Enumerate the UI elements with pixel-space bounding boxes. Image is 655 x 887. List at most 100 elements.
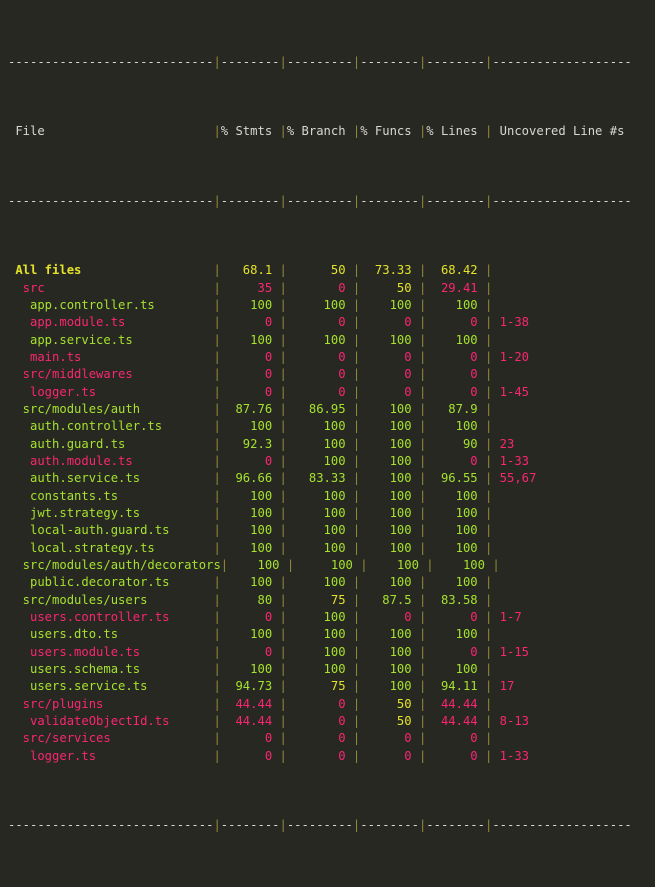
cell-branch[interactable]: 0 — [287, 367, 353, 381]
cell-uncovered-lines[interactable] — [492, 697, 631, 711]
cell-funcs[interactable]: 100 — [360, 437, 419, 451]
cell-branch[interactable]: 0 — [287, 385, 353, 399]
table-row[interactable]: src/modules/auth | 87.76 | 86.95 | 100 |… — [8, 401, 655, 418]
cell-branch[interactable]: 100 — [287, 333, 353, 347]
cell-lines[interactable]: 100 — [426, 298, 485, 312]
table-row[interactable]: logger.ts | 0 | 0 | 0 | 0 | 1-45 — [8, 384, 655, 401]
column-header-funcs[interactable]: % Funcs — [360, 124, 419, 138]
cell-branch[interactable]: 100 — [287, 541, 353, 555]
cell-stmts[interactable]: 96.66 — [221, 471, 280, 485]
cell-file[interactable]: users.service.ts — [8, 679, 213, 693]
cell-uncovered-lines[interactable] — [492, 731, 631, 745]
cell-lines[interactable]: 0 — [426, 454, 485, 468]
cell-stmts[interactable]: 100 — [221, 298, 280, 312]
cell-branch[interactable]: 100 — [287, 419, 353, 433]
cell-lines[interactable]: 87.9 — [426, 402, 485, 416]
cell-file[interactable]: users.dto.ts — [8, 627, 213, 641]
column-header-uncovered[interactable]: Uncovered Line #s — [492, 124, 631, 138]
cell-lines[interactable]: 0 — [426, 749, 485, 763]
cell-stmts[interactable]: 0 — [221, 350, 280, 364]
table-row[interactable]: auth.controller.ts | 100 | 100 | 100 | 1… — [8, 418, 655, 435]
cell-branch[interactable]: 100 — [287, 645, 353, 659]
cell-lines[interactable]: 100 — [426, 333, 485, 347]
cell-branch[interactable]: 0 — [287, 697, 353, 711]
cell-stmts[interactable]: 100 — [228, 558, 287, 572]
cell-branch[interactable]: 0 — [287, 714, 353, 728]
cell-branch[interactable]: 50 — [287, 263, 353, 277]
cell-file[interactable]: src/plugins — [8, 697, 213, 711]
cell-lines[interactable]: 94.11 — [426, 679, 485, 693]
cell-uncovered-lines[interactable]: 17 — [492, 679, 631, 693]
cell-uncovered-lines[interactable]: 1-33 — [492, 454, 631, 468]
cell-branch[interactable]: 100 — [287, 489, 353, 503]
cell-stmts[interactable]: 35 — [221, 281, 280, 295]
cell-funcs[interactable]: 0 — [360, 731, 419, 745]
cell-stmts[interactable]: 100 — [221, 662, 280, 676]
table-row[interactable]: src/services | 0 | 0 | 0 | 0 | — [8, 730, 655, 747]
cell-funcs[interactable]: 0 — [360, 315, 419, 329]
cell-stmts[interactable]: 100 — [221, 333, 280, 347]
cell-funcs[interactable]: 100 — [360, 454, 419, 468]
cell-lines[interactable]: 0 — [426, 350, 485, 364]
cell-funcs[interactable]: 100 — [360, 506, 419, 520]
cell-funcs[interactable]: 0 — [360, 610, 419, 624]
cell-uncovered-lines[interactable] — [500, 558, 639, 572]
cell-stmts[interactable]: 0 — [221, 610, 280, 624]
cell-funcs[interactable]: 100 — [360, 645, 419, 659]
cell-funcs[interactable]: 100 — [360, 575, 419, 589]
cell-file[interactable]: users.controller.ts — [8, 610, 213, 624]
column-header-branch[interactable]: % Branch — [287, 124, 353, 138]
cell-uncovered-lines[interactable]: 1-15 — [492, 645, 631, 659]
table-row[interactable]: validateObjectId.ts | 44.44 | 0 | 50 | 4… — [8, 713, 655, 730]
table-row[interactable]: All files | 68.1 | 50 | 73.33 | 68.42 | — [8, 262, 655, 279]
cell-funcs[interactable]: 100 — [360, 679, 419, 693]
cell-uncovered-lines[interactable]: 1-7 — [492, 610, 631, 624]
cell-file[interactable]: logger.ts — [8, 385, 213, 399]
column-header-stmts[interactable]: % Stmts — [221, 124, 280, 138]
cell-branch[interactable]: 75 — [287, 593, 353, 607]
cell-file[interactable]: local-auth.guard.ts — [8, 523, 213, 537]
cell-lines[interactable]: 100 — [426, 506, 485, 520]
table-row[interactable]: constants.ts | 100 | 100 | 100 | 100 | — [8, 488, 655, 505]
cell-funcs[interactable]: 87.5 — [360, 593, 419, 607]
cell-uncovered-lines[interactable]: 55,67 — [492, 471, 631, 485]
table-row[interactable]: local.strategy.ts | 100 | 100 | 100 | 10… — [8, 540, 655, 557]
cell-stmts[interactable]: 44.44 — [221, 714, 280, 728]
cell-uncovered-lines[interactable] — [492, 489, 631, 503]
cell-uncovered-lines[interactable] — [492, 263, 631, 277]
table-row[interactable]: src/middlewares | 0 | 0 | 0 | 0 | — [8, 366, 655, 383]
table-row[interactable]: app.controller.ts | 100 | 100 | 100 | 10… — [8, 297, 655, 314]
cell-funcs[interactable]: 100 — [360, 402, 419, 416]
cell-file[interactable]: All files — [8, 263, 213, 277]
table-row[interactable]: users.controller.ts | 0 | 100 | 0 | 0 | … — [8, 609, 655, 626]
cell-stmts[interactable]: 80 — [221, 593, 280, 607]
cell-uncovered-lines[interactable]: 1-45 — [492, 385, 631, 399]
cell-uncovered-lines[interactable]: 23 — [492, 437, 631, 451]
cell-lines[interactable]: 100 — [426, 419, 485, 433]
cell-file[interactable]: jwt.strategy.ts — [8, 506, 213, 520]
cell-stmts[interactable]: 0 — [221, 367, 280, 381]
cell-uncovered-lines[interactable] — [492, 402, 631, 416]
table-row[interactable]: users.service.ts | 94.73 | 75 | 100 | 94… — [8, 678, 655, 695]
cell-funcs[interactable]: 100 — [360, 333, 419, 347]
cell-stmts[interactable]: 0 — [221, 385, 280, 399]
cell-lines[interactable]: 100 — [426, 523, 485, 537]
cell-lines[interactable]: 100 — [426, 662, 485, 676]
table-row[interactable]: auth.service.ts | 96.66 | 83.33 | 100 | … — [8, 470, 655, 487]
cell-funcs[interactable]: 50 — [360, 714, 419, 728]
cell-branch[interactable]: 100 — [287, 610, 353, 624]
cell-funcs[interactable]: 100 — [360, 627, 419, 641]
cell-branch[interactable]: 0 — [287, 749, 353, 763]
cell-stmts[interactable]: 87.76 — [221, 402, 280, 416]
table-row[interactable]: users.schema.ts | 100 | 100 | 100 | 100 … — [8, 661, 655, 678]
table-row[interactable]: users.dto.ts | 100 | 100 | 100 | 100 | — [8, 626, 655, 643]
cell-uncovered-lines[interactable] — [492, 627, 631, 641]
cell-file[interactable]: app.service.ts — [8, 333, 213, 347]
cell-file[interactable]: users.schema.ts — [8, 662, 213, 676]
cell-lines[interactable]: 100 — [426, 489, 485, 503]
table-row[interactable]: logger.ts | 0 | 0 | 0 | 0 | 1-33 — [8, 748, 655, 765]
cell-branch[interactable]: 100 — [287, 506, 353, 520]
column-header-file[interactable]: File — [8, 124, 213, 138]
cell-stmts[interactable]: 100 — [221, 419, 280, 433]
cell-funcs[interactable]: 100 — [360, 523, 419, 537]
